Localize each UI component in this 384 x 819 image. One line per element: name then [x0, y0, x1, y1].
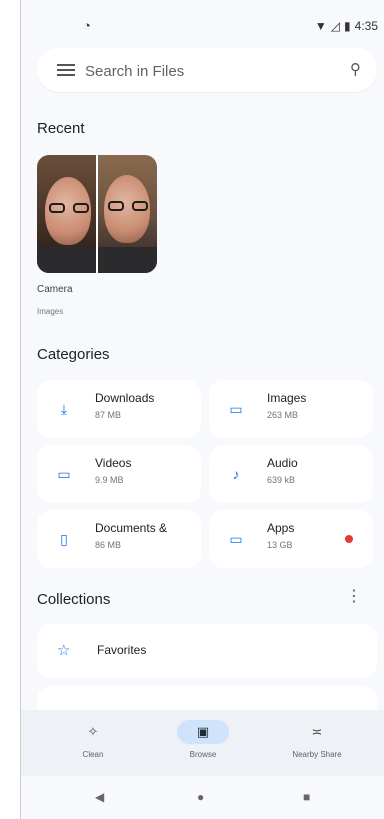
notification-badge	[345, 535, 353, 543]
wifi-icon: ▼	[314, 19, 327, 33]
recent-item-label: Camera	[37, 284, 73, 295]
photo-thumbnail	[37, 155, 96, 273]
menu-icon[interactable]	[57, 61, 75, 79]
nav-nearby-share[interactable]: ≍ Nearby Share	[267, 720, 367, 759]
photo-thumbnail	[96, 155, 157, 273]
category-documents[interactable]: ▯ Documents & 86 MB	[37, 510, 201, 568]
music-note-icon: ♪	[232, 466, 240, 482]
star-icon: ☆	[57, 642, 71, 659]
apps-icon: ▭	[229, 531, 243, 547]
nav-clean[interactable]: ✧ Clean	[43, 720, 143, 759]
categories-title: Categories	[37, 346, 110, 363]
status-bar: ◔ ▼ ◿ ▮ 4:35	[21, 0, 384, 40]
folder-icon: ▣	[177, 720, 229, 744]
search-icon[interactable]: ⚲	[350, 60, 361, 78]
video-icon: ▭	[57, 466, 71, 482]
more-options-icon[interactable]: ⋮	[346, 586, 362, 606]
status-time: 4:35	[354, 19, 378, 33]
category-apps[interactable]: ▭ Apps 13 GB	[209, 510, 373, 568]
sync-icon: ◔	[83, 18, 91, 33]
collections-title: Collections	[37, 591, 111, 608]
recent-title: Recent	[37, 120, 85, 137]
signal-icon: ◿	[330, 19, 341, 33]
files-app-screen: ◔ ▼ ◿ ▮ 4:35 ⚲ Recent Camera Images Cate…	[20, 0, 384, 819]
recent-camera-thumbnail[interactable]	[37, 155, 157, 273]
system-navigation-bar: ◀ ● ■	[21, 776, 384, 819]
category-audio[interactable]: ♪ Audio 639 kB	[209, 445, 373, 503]
recents-icon[interactable]: ■	[303, 790, 310, 804]
bottom-navigation: ✧ Clean ▣ Browse ≍ Nearby Share	[21, 710, 384, 776]
category-images[interactable]: ▭ Images 263 MB	[209, 380, 373, 438]
favorites-item[interactable]: ☆ Favorites	[37, 624, 377, 678]
home-icon[interactable]: ●	[197, 790, 204, 804]
back-icon[interactable]: ◀	[95, 790, 104, 804]
sparkle-icon: ✧	[87, 724, 99, 739]
category-downloads[interactable]: ⤓ Downloads 87 MB	[37, 380, 201, 438]
search-bar[interactable]: ⚲	[37, 48, 377, 92]
battery-icon: ▮	[344, 19, 351, 33]
download-icon: ⤓	[60, 401, 68, 417]
document-icon: ▯	[60, 531, 68, 547]
nav-browse[interactable]: ▣ Browse	[153, 720, 253, 759]
search-input[interactable]	[83, 56, 337, 86]
category-videos[interactable]: ▭ Videos 9.9 MB	[37, 445, 201, 503]
nearby-share-icon: ≍	[311, 724, 323, 739]
image-icon: ▭	[229, 401, 243, 417]
recent-item-sub: Images	[37, 307, 64, 316]
